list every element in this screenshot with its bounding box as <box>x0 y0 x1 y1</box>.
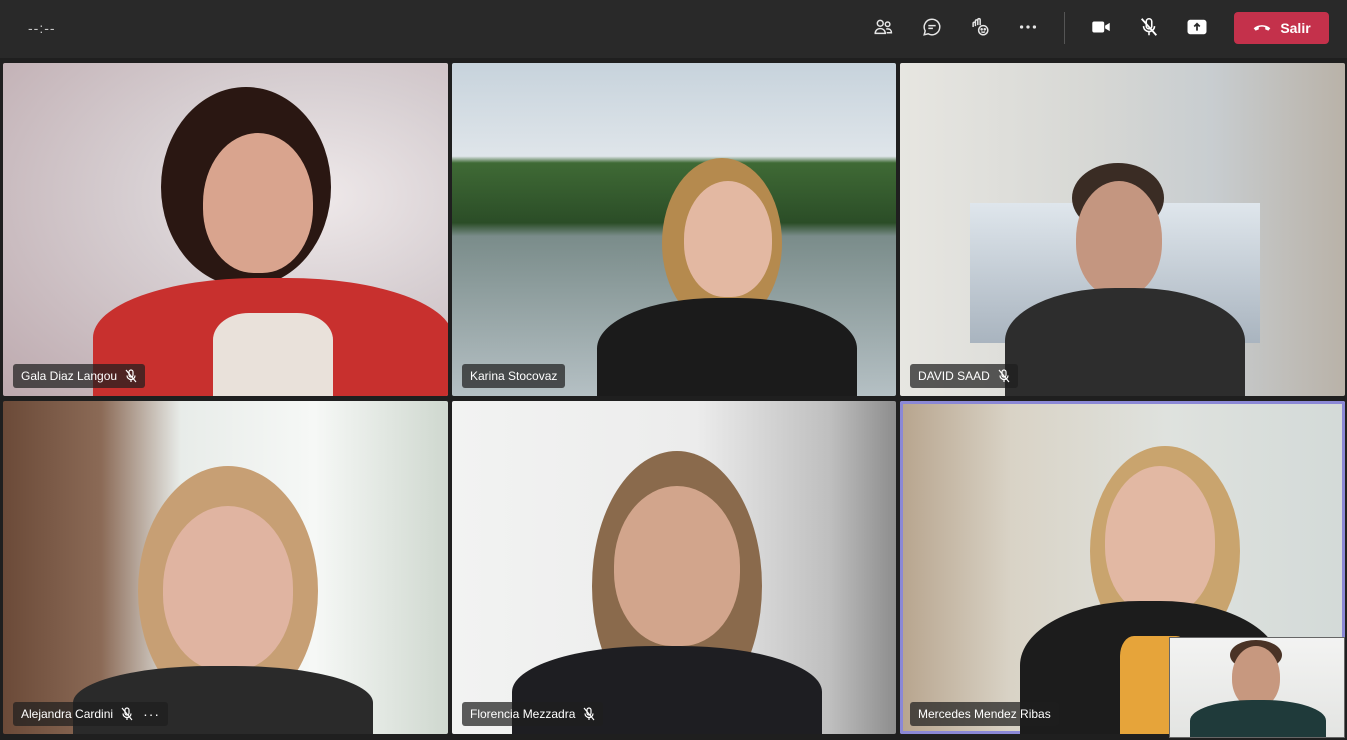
video-tile-florencia-mezzadra[interactable]: Florencia Mezzadra <box>452 401 896 734</box>
participant-name: Gala Diaz Langou <box>21 369 118 383</box>
more-icon <box>1017 16 1039 43</box>
leave-button[interactable]: Salir <box>1234 12 1329 44</box>
participant-more-options[interactable]: ··· <box>143 706 160 722</box>
participant-name: Florencia Mezzadra <box>470 707 576 721</box>
video-tile-alejandra-cardini[interactable]: Alejandra Cardini ··· <box>3 401 448 734</box>
video-tile-karina-stocovaz[interactable]: Karina Stocovaz <box>452 63 896 396</box>
participant-name-tag: Florencia Mezzadra <box>462 702 604 726</box>
share-screen-button[interactable] <box>1182 14 1212 44</box>
mic-muted-icon <box>125 369 137 383</box>
self-view-video[interactable] <box>1169 637 1345 738</box>
participant-name: Karina Stocovaz <box>470 369 558 383</box>
camera-icon <box>1090 16 1112 43</box>
meeting-toolbar: --:-- Salir <box>0 0 1347 58</box>
mic-muted-icon <box>121 707 133 721</box>
reactions-button[interactable] <box>965 14 995 44</box>
participant-name-tag: Mercedes Mendez Ribas <box>910 702 1059 726</box>
participant-name-tag: Gala Diaz Langou <box>13 364 146 388</box>
chat-button[interactable] <box>917 14 947 44</box>
mic-muted-icon <box>1138 16 1160 43</box>
hang-up-icon <box>1252 17 1272 40</box>
participant-name-tag: Karina Stocovaz <box>462 364 566 388</box>
participant-name: Alejandra Cardini <box>21 707 114 721</box>
toolbar-divider <box>1064 12 1065 44</box>
meeting-timer: --:-- <box>28 20 56 36</box>
mic-muted-icon <box>998 369 1010 383</box>
camera-button[interactable] <box>1086 14 1116 44</box>
chat-icon <box>921 16 943 43</box>
video-grid: Gala Diaz Langou Karina Stocovaz DAVID S… <box>0 58 1347 740</box>
participant-name: DAVID SAAD <box>918 369 990 383</box>
participants-button[interactable] <box>868 14 898 44</box>
participant-name: Mercedes Mendez Ribas <box>918 707 1051 721</box>
reactions-icon <box>969 16 991 43</box>
participant-name-tag: Alejandra Cardini ··· <box>13 702 169 726</box>
video-tile-david-saad[interactable]: DAVID SAAD <box>900 63 1345 396</box>
more-options-button[interactable] <box>1013 14 1043 44</box>
leave-label: Salir <box>1280 20 1311 36</box>
share-icon <box>1186 16 1208 43</box>
participant-name-tag: DAVID SAAD <box>910 364 1018 388</box>
microphone-button[interactable] <box>1134 14 1164 44</box>
video-tile-gala-diaz-langou[interactable]: Gala Diaz Langou <box>3 63 448 396</box>
participants-icon <box>872 16 894 43</box>
mic-muted-icon <box>583 707 595 721</box>
